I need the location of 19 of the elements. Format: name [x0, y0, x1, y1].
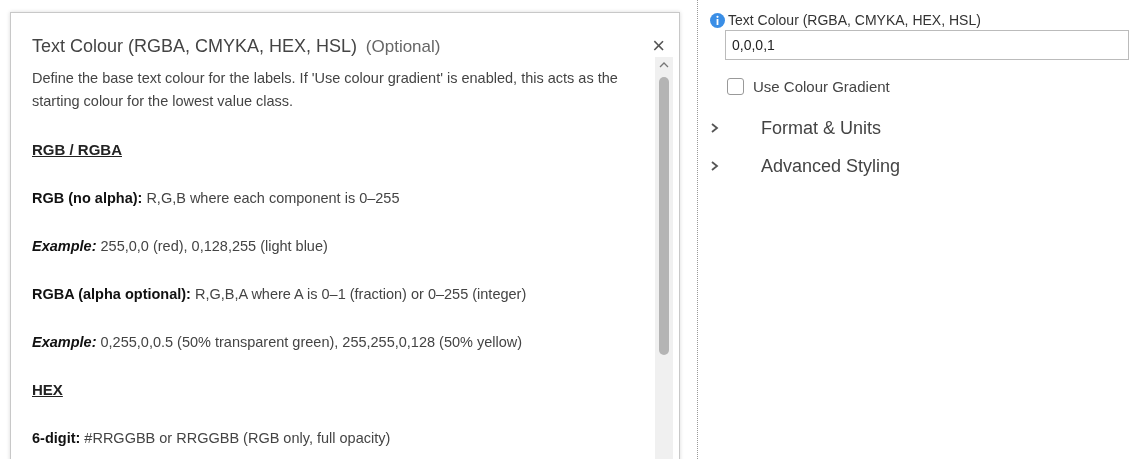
colour-input-field[interactable]: 0,0,0,1	[725, 30, 1129, 60]
description-text: Define the base text colour for the labels. If 'Use colour gradient' is enabled, this acts as the starting colour for the lowest value class.	[32, 69, 619, 111]
format-description: RGB (no alpha): R,G,B where each component is 0–255	[32, 189, 401, 208]
collapsible-group[interactable]: Format & Units	[710, 115, 1129, 141]
checkbox-label: Use Colour Gradient	[753, 78, 890, 95]
scrollbar[interactable]	[655, 57, 673, 459]
format-description: RGBA (alpha optional): R,G,B,A where A is 0–1 (fraction) or 0–255 (integer)	[32, 285, 528, 304]
collapsible-group[interactable]: Advanced Styling	[710, 153, 1129, 179]
format-description: 6-digit: #RRGGBB or RRGGBB (RGB only, full opacity)	[32, 429, 392, 448]
info-icon	[710, 12, 725, 28]
gradient-checkbox[interactable]	[727, 78, 744, 95]
section-heading: RGB / RGBA	[32, 140, 123, 160]
example-text: Example: 255,0,0 (red), 0,128,255 (light blue)	[32, 237, 329, 256]
popup-title: Text Colour (RGBA, CMYKA, HEX, HSL) (Optional)	[32, 35, 442, 57]
section-heading: HEX	[32, 380, 64, 400]
example-text: Example: 0,255,0,0.5 (50% transparent green), 255,255,0,128 (50% yellow)	[32, 333, 524, 352]
field-label: Text Colour (RGBA, CMYKA, HEX, HSL)	[728, 12, 981, 28]
scroll-up-icon[interactable]	[659, 62, 669, 68]
close-button[interactable]: ×	[648, 33, 669, 59]
